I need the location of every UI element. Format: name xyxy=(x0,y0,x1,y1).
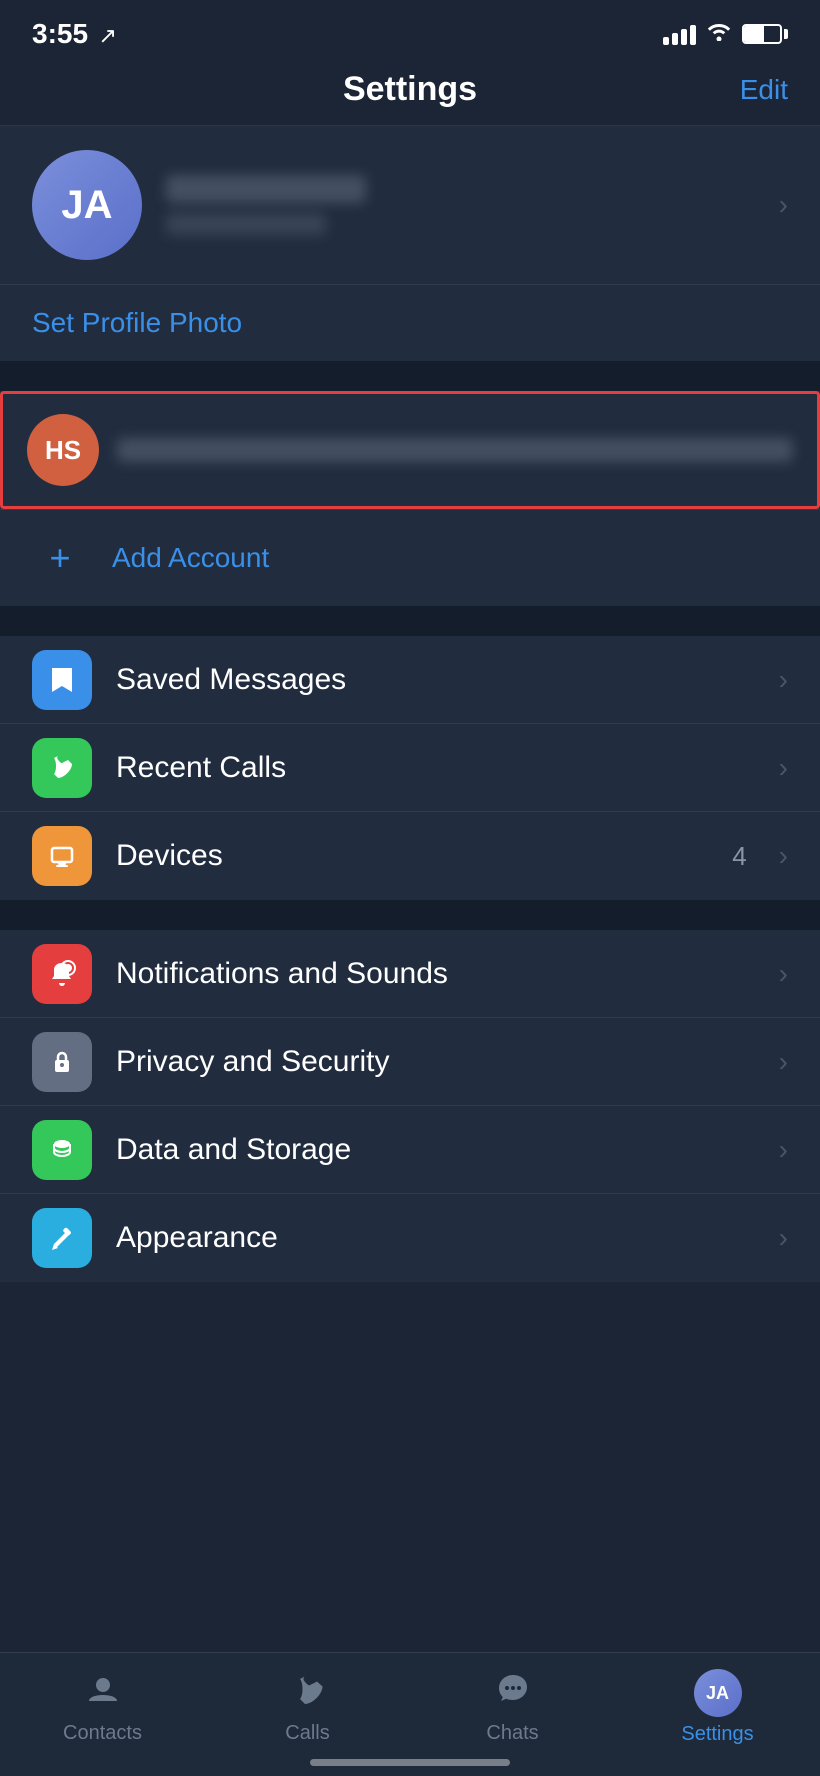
recent-calls-icon xyxy=(32,738,92,798)
battery-icon xyxy=(742,24,788,44)
devices-icon xyxy=(32,826,92,886)
privacy-icon xyxy=(32,1032,92,1092)
account-section: HS xyxy=(0,391,820,509)
data-storage-label: Data and Storage xyxy=(116,1133,755,1167)
appearance-label: Appearance xyxy=(116,1221,755,1255)
menu-item-notifications[interactable]: Notifications and Sounds › xyxy=(0,930,820,1018)
set-profile-photo-label[interactable]: Set Profile Photo xyxy=(32,307,242,338)
contacts-tab-label: Contacts xyxy=(63,1722,142,1745)
privacy-chevron-icon: › xyxy=(779,1046,788,1078)
devices-label: Devices xyxy=(116,839,708,873)
location-icon: ↗ xyxy=(99,23,117,48)
section-gap-3 xyxy=(0,900,820,930)
settings-avatar: JA xyxy=(694,1669,742,1717)
profile-phone xyxy=(166,213,326,235)
home-indicator xyxy=(310,1759,510,1766)
status-time-area: 3:55 ↗ xyxy=(32,18,117,50)
nav-bar: Settings Edit xyxy=(0,60,820,125)
profile-name xyxy=(166,175,366,203)
section-gap-1 xyxy=(0,361,820,391)
edit-button[interactable]: Edit xyxy=(728,74,788,106)
appearance-icon xyxy=(32,1208,92,1268)
status-bar: 3:55 ↗ xyxy=(0,0,820,60)
contacts-icon xyxy=(85,1671,121,1716)
chats-icon xyxy=(495,1671,531,1716)
page-title: Settings xyxy=(343,70,477,109)
menu-item-devices[interactable]: Devices 4 › xyxy=(0,812,820,900)
devices-chevron-icon: › xyxy=(779,840,788,872)
calls-tab-label: Calls xyxy=(285,1722,329,1745)
signal-icon xyxy=(663,23,696,45)
settings-tab-label: Settings xyxy=(681,1723,753,1746)
status-icons xyxy=(663,21,788,47)
menu-item-privacy[interactable]: Privacy and Security › xyxy=(0,1018,820,1106)
avatar: JA xyxy=(32,150,142,260)
data-storage-icon xyxy=(32,1120,92,1180)
add-icon: + xyxy=(32,530,88,586)
menu-section-1: Saved Messages › Recent Calls › Devi xyxy=(0,636,820,900)
menu-item-saved-messages[interactable]: Saved Messages › xyxy=(0,636,820,724)
profile-section[interactable]: JA › xyxy=(0,126,820,284)
appearance-chevron-icon: › xyxy=(779,1222,788,1254)
add-account-label[interactable]: Add Account xyxy=(112,542,269,574)
notifications-chevron-icon: › xyxy=(779,958,788,990)
tab-chats[interactable]: Chats xyxy=(410,1671,615,1745)
data-storage-chevron-icon: › xyxy=(779,1134,788,1166)
menu-item-data-storage[interactable]: Data and Storage › xyxy=(0,1106,820,1194)
second-account-avatar: HS xyxy=(27,414,99,486)
section-gap-2 xyxy=(0,606,820,636)
profile-info xyxy=(166,175,755,235)
second-account-item[interactable]: HS xyxy=(0,391,820,509)
tab-calls[interactable]: Calls xyxy=(205,1671,410,1745)
saved-messages-chevron-icon: › xyxy=(779,664,788,696)
recent-calls-chevron-icon: › xyxy=(779,752,788,784)
tab-bar: Contacts Calls Chats JA Settings xyxy=(0,1652,820,1776)
calls-icon xyxy=(290,1671,326,1716)
add-account-item[interactable]: + Add Account xyxy=(0,509,820,606)
saved-messages-label: Saved Messages xyxy=(116,663,755,697)
profile-chevron-icon: › xyxy=(779,189,788,221)
devices-badge: 4 xyxy=(732,841,746,872)
recent-calls-label: Recent Calls xyxy=(116,751,755,785)
status-time: 3:55 xyxy=(32,18,88,49)
second-account-name xyxy=(117,438,793,462)
wifi-icon xyxy=(706,21,732,47)
menu-item-appearance[interactable]: Appearance › xyxy=(0,1194,820,1282)
privacy-label: Privacy and Security xyxy=(116,1045,755,1079)
notifications-icon xyxy=(32,944,92,1004)
tab-contacts[interactable]: Contacts xyxy=(0,1671,205,1745)
menu-item-recent-calls[interactable]: Recent Calls › xyxy=(0,724,820,812)
menu-section-2: Notifications and Sounds › Privacy and S… xyxy=(0,930,820,1282)
notifications-label: Notifications and Sounds xyxy=(116,957,755,991)
tab-settings[interactable]: JA Settings xyxy=(615,1669,820,1746)
set-profile-photo-section[interactable]: Set Profile Photo xyxy=(0,284,820,361)
chats-tab-label: Chats xyxy=(486,1722,538,1745)
saved-messages-icon xyxy=(32,650,92,710)
